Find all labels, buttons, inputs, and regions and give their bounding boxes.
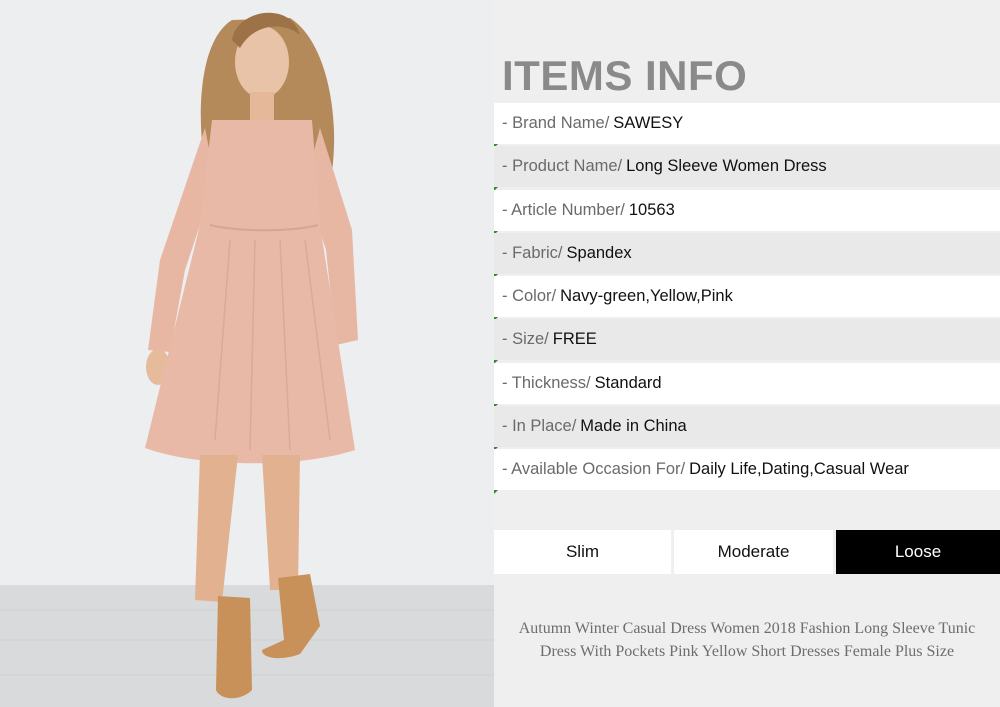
product-description: Autumn Winter Casual Dress Women 2018 Fa… bbox=[494, 617, 1000, 663]
spec-row-available-occasion: - Available Occasion For/ Daily Life,Dat… bbox=[494, 449, 1000, 495]
spec-value: Long Sleeve Women Dress bbox=[626, 157, 827, 176]
spec-label: - Fabric/ bbox=[502, 243, 563, 262]
spec-value: Standard bbox=[594, 373, 662, 392]
fit-selector: Slim Moderate Loose bbox=[494, 530, 1000, 574]
product-photo bbox=[0, 0, 494, 707]
spec-label: - Available Occasion For/ bbox=[502, 460, 686, 479]
spec-value: Daily Life,Dating,Casual Wear bbox=[689, 460, 909, 479]
spec-value: FREE bbox=[552, 330, 597, 349]
spec-row-in-place: - In Place/ Made in China bbox=[494, 406, 1000, 452]
spec-label: - In Place/ bbox=[502, 417, 577, 436]
spec-row-article-number: - Article Number/ 10563 bbox=[494, 189, 1000, 235]
spec-value: SAWESY bbox=[613, 114, 684, 132]
model-illustration bbox=[0, 0, 494, 707]
spec-value: 10563 bbox=[628, 200, 675, 219]
spec-value: Navy-green,Yellow,Pink bbox=[560, 287, 733, 306]
spec-row-brand-name: - Brand Name/ SAWESY bbox=[494, 103, 1000, 148]
spec-label: - Color/ bbox=[502, 287, 557, 306]
spec-value: Spandex bbox=[566, 243, 632, 262]
spec-label: - Brand Name/ bbox=[502, 114, 610, 132]
description-line-2: Dress With Pockets Pink Yellow Short Dre… bbox=[539, 643, 955, 660]
spec-label: - Product Name/ bbox=[502, 157, 623, 176]
spec-list: - Brand Name/ SAWESY - Product Name/ Lon… bbox=[494, 103, 1000, 495]
spec-label: - Thickness/ bbox=[502, 373, 591, 392]
items-info-panel: ITEMS INFO - Brand Name/ SAWESY - Produc… bbox=[494, 0, 1000, 707]
fit-option-slim[interactable]: Slim bbox=[494, 530, 671, 574]
spec-row-size: - Size/ FREE bbox=[494, 319, 1000, 365]
spec-row-product-name: - Product Name/ Long Sleeve Women Dress bbox=[494, 146, 1000, 192]
spec-label: - Article Number/ bbox=[502, 200, 625, 219]
fit-option-loose-selected[interactable]: Loose bbox=[836, 530, 1000, 574]
fit-option-moderate[interactable]: Moderate bbox=[674, 530, 833, 574]
description-line-1: Autumn Winter Casual Dress Women 2018 Fa… bbox=[518, 620, 976, 637]
spec-value: Made in China bbox=[580, 417, 687, 436]
spec-row-fabric: - Fabric/ Spandex bbox=[494, 232, 1000, 278]
spec-row-color: - Color/ Navy-green,Yellow,Pink bbox=[494, 276, 1000, 322]
items-info-title: ITEMS INFO bbox=[502, 52, 748, 99]
spec-label: - Size/ bbox=[502, 330, 549, 349]
spec-row-thickness: - Thickness/ Standard bbox=[494, 362, 1000, 408]
